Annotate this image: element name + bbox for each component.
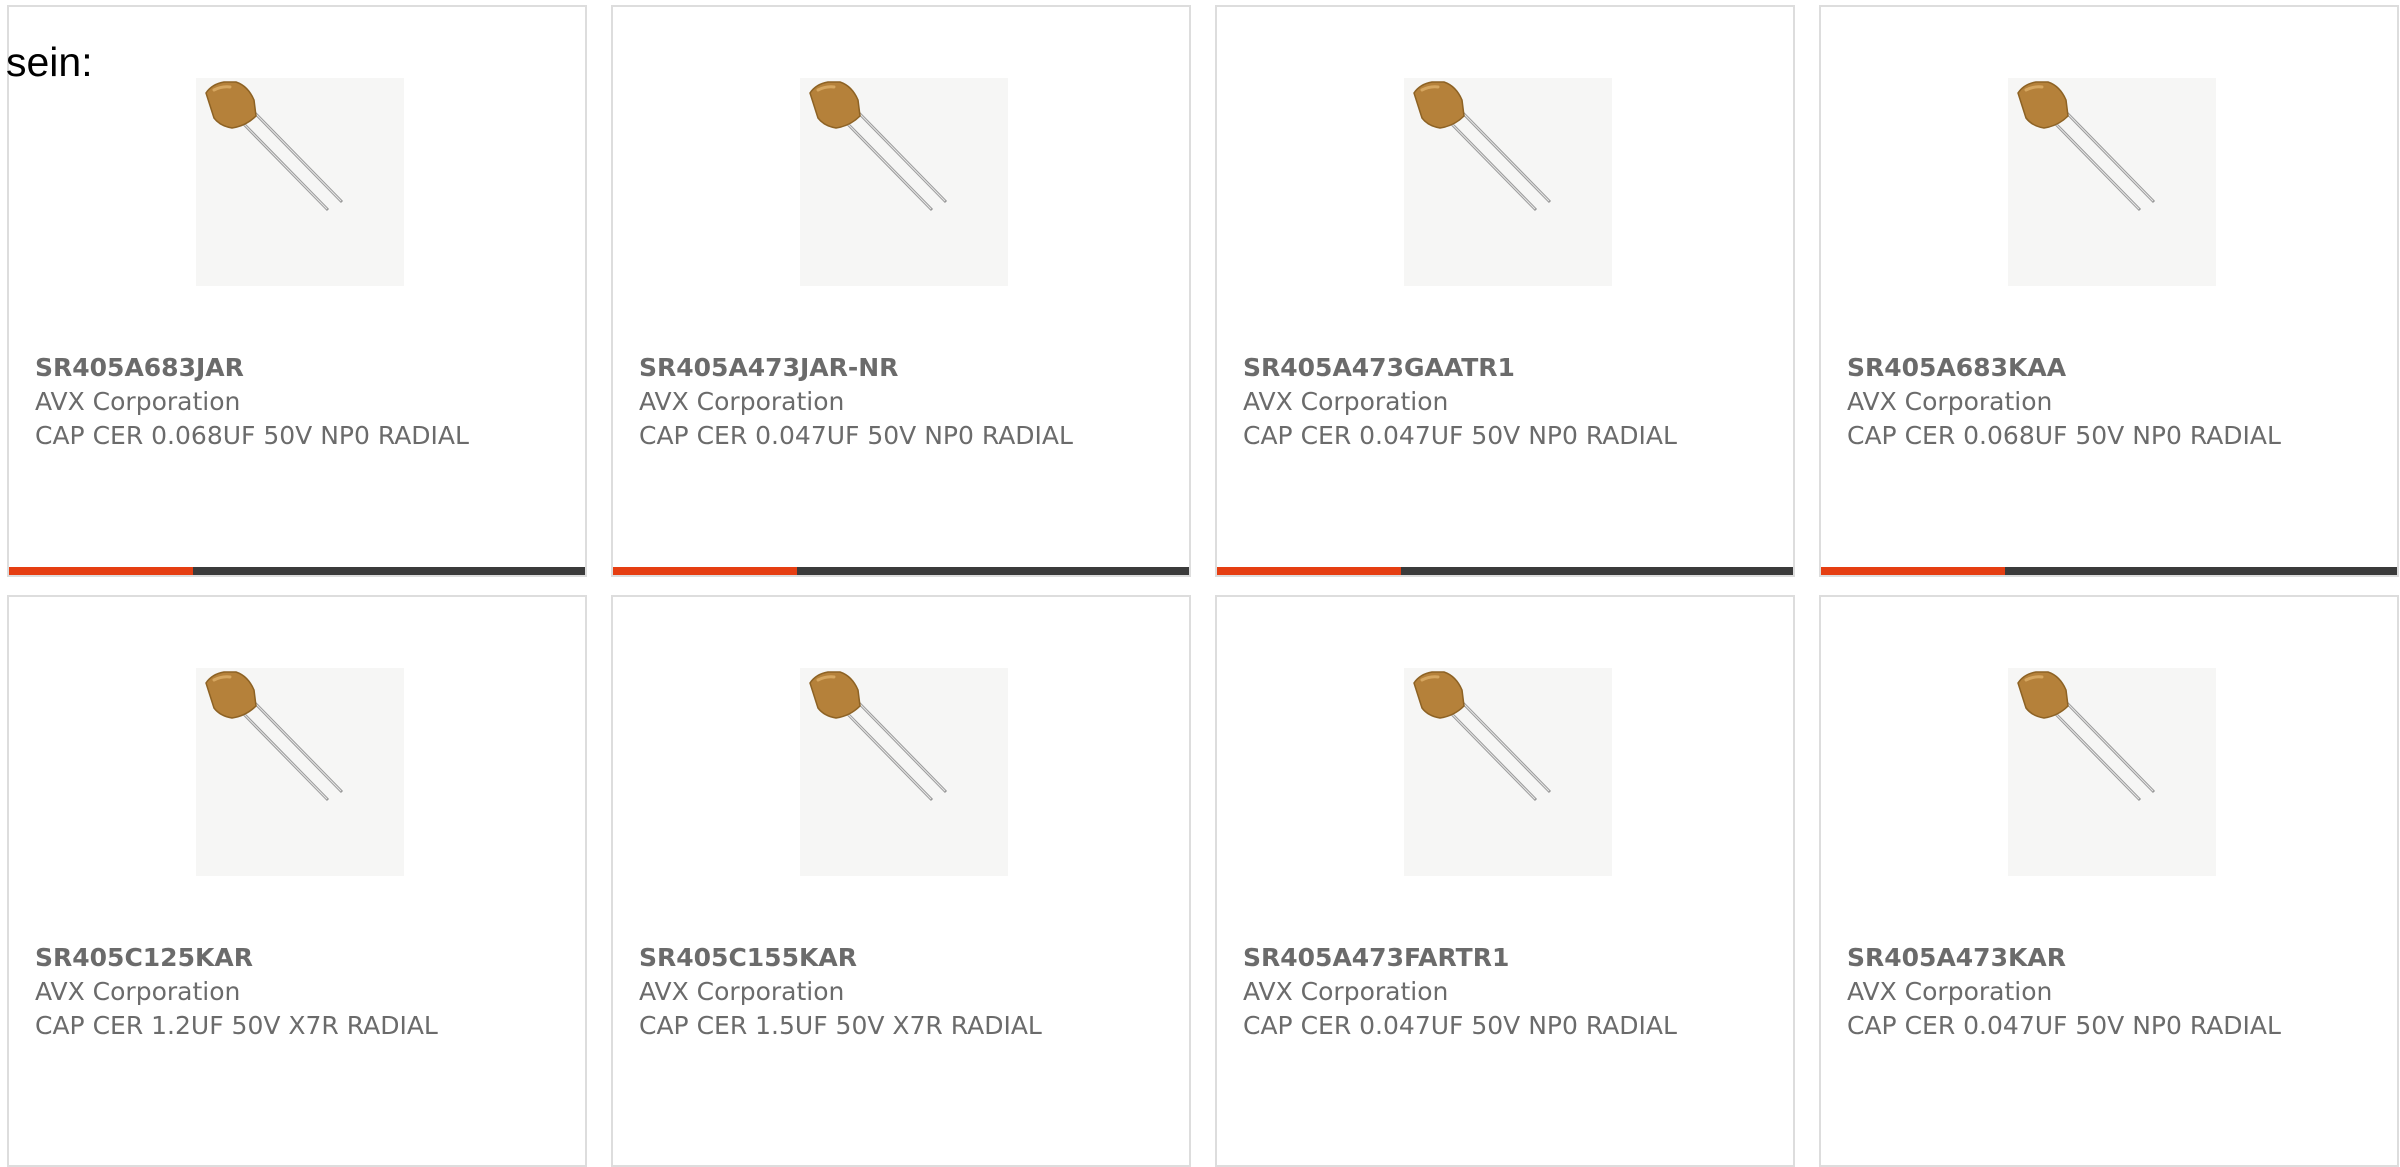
product-card[interactable]: SR405A473GAATR1 AVX Corporation CAP CER … xyxy=(1215,5,1795,577)
description: CAP CER 1.5UF 50V X7R RADIAL xyxy=(639,1011,1042,1040)
product-info: SR405A683KAA AVX Corporation CAP CER 0.0… xyxy=(1847,351,2367,453)
product-card[interactable]: SR405C155KAR AVX Corporation CAP CER 1.5… xyxy=(611,595,1191,1167)
manufacturer: AVX Corporation xyxy=(35,977,241,1006)
product-card[interactable]: SR405A473JAR-NR AVX Corporation CAP CER … xyxy=(611,5,1191,577)
product-image[interactable] xyxy=(2008,78,2216,286)
radial-ceramic-capacitor-icon xyxy=(205,81,344,212)
product-info: SR405A683JAR AVX Corporation CAP CER 0.0… xyxy=(35,351,555,453)
part-number[interactable]: SR405C155KAR xyxy=(639,941,1159,975)
product-info: SR405A473GAATR1 AVX Corporation CAP CER … xyxy=(1243,351,1763,453)
part-number[interactable]: SR405A683KAA xyxy=(1847,351,2367,385)
intro-text: sein: xyxy=(6,39,93,85)
product-info: SR405A473KAR AVX Corporation CAP CER 0.0… xyxy=(1847,941,2367,1043)
description: CAP CER 0.047UF 50V NP0 RADIAL xyxy=(1243,1011,1677,1040)
product-image[interactable] xyxy=(196,668,404,876)
radial-ceramic-capacitor-icon xyxy=(809,81,948,212)
card-accent-bar xyxy=(613,567,797,575)
manufacturer: AVX Corporation xyxy=(1243,387,1449,416)
card-footer-bar xyxy=(9,567,585,575)
description: CAP CER 1.2UF 50V X7R RADIAL xyxy=(35,1011,438,1040)
card-accent-bar xyxy=(1821,567,2005,575)
product-grid: SR405A683JAR AVX Corporation CAP CER 0.0… xyxy=(0,0,2400,1167)
product-card[interactable]: SR405C125KAR AVX Corporation CAP CER 1.2… xyxy=(7,595,587,1167)
description: CAP CER 0.068UF 50V NP0 RADIAL xyxy=(1847,421,2281,450)
part-number[interactable]: SR405C125KAR xyxy=(35,941,555,975)
card-footer-bar xyxy=(1217,567,1793,575)
product-info: SR405A473JAR-NR AVX Corporation CAP CER … xyxy=(639,351,1159,453)
manufacturer: AVX Corporation xyxy=(639,387,845,416)
radial-ceramic-capacitor-icon xyxy=(809,671,948,802)
card-footer-bar xyxy=(1821,567,2397,575)
manufacturer: AVX Corporation xyxy=(1847,387,2053,416)
part-number[interactable]: SR405A473FARTR1 xyxy=(1243,941,1763,975)
card-footer-bar xyxy=(613,567,1189,575)
description: CAP CER 0.047UF 50V NP0 RADIAL xyxy=(1243,421,1677,450)
product-card[interactable]: SR405A683JAR AVX Corporation CAP CER 0.0… xyxy=(7,5,587,577)
product-image[interactable] xyxy=(2008,668,2216,876)
part-number[interactable]: SR405A683JAR xyxy=(35,351,555,385)
manufacturer: AVX Corporation xyxy=(639,977,845,1006)
radial-ceramic-capacitor-icon xyxy=(1413,671,1552,802)
product-image[interactable] xyxy=(1404,78,1612,286)
radial-ceramic-capacitor-icon xyxy=(1413,81,1552,212)
product-info: SR405C155KAR AVX Corporation CAP CER 1.5… xyxy=(639,941,1159,1043)
product-image[interactable] xyxy=(800,668,1008,876)
part-number[interactable]: SR405A473JAR-NR xyxy=(639,351,1159,385)
radial-ceramic-capacitor-icon xyxy=(2017,81,2156,212)
manufacturer: AVX Corporation xyxy=(1847,977,2053,1006)
product-card[interactable]: SR405A683KAA AVX Corporation CAP CER 0.0… xyxy=(1819,5,2399,577)
card-accent-bar xyxy=(9,567,193,575)
part-number[interactable]: SR405A473GAATR1 xyxy=(1243,351,1763,385)
radial-ceramic-capacitor-icon xyxy=(2017,671,2156,802)
product-image[interactable] xyxy=(1404,668,1612,876)
product-info: SR405C125KAR AVX Corporation CAP CER 1.2… xyxy=(35,941,555,1043)
product-card[interactable]: SR405A473FARTR1 AVX Corporation CAP CER … xyxy=(1215,595,1795,1167)
part-number[interactable]: SR405A473KAR xyxy=(1847,941,2367,975)
card-accent-bar xyxy=(1217,567,1401,575)
product-card[interactable]: SR405A473KAR AVX Corporation CAP CER 0.0… xyxy=(1819,595,2399,1167)
product-image[interactable] xyxy=(196,78,404,286)
manufacturer: AVX Corporation xyxy=(1243,977,1449,1006)
product-info: SR405A473FARTR1 AVX Corporation CAP CER … xyxy=(1243,941,1763,1043)
description: CAP CER 0.047UF 50V NP0 RADIAL xyxy=(639,421,1073,450)
description: CAP CER 0.047UF 50V NP0 RADIAL xyxy=(1847,1011,2281,1040)
product-image[interactable] xyxy=(800,78,1008,286)
manufacturer: AVX Corporation xyxy=(35,387,241,416)
radial-ceramic-capacitor-icon xyxy=(205,671,344,802)
description: CAP CER 0.068UF 50V NP0 RADIAL xyxy=(35,421,469,450)
